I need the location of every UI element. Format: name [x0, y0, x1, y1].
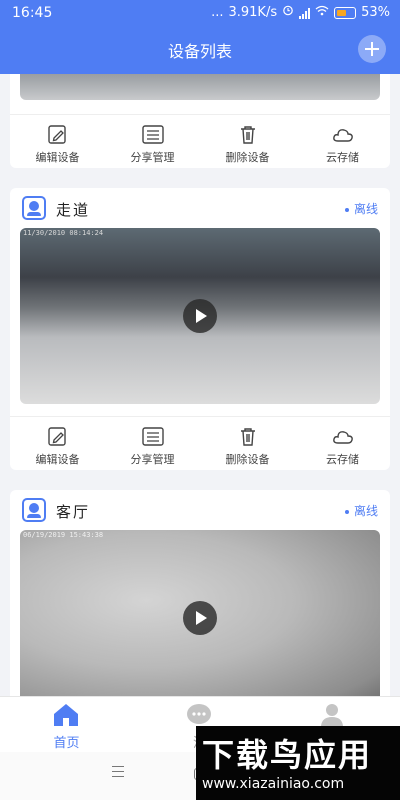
share-manage-button[interactable]: 分享管理 — [105, 115, 200, 168]
list-icon — [142, 427, 164, 446]
watermark-name: 下载鸟应用 — [202, 736, 373, 774]
cloud-storage-button[interactable]: 云存储 — [295, 115, 390, 168]
message-icon — [187, 704, 211, 724]
share-manage-label: 分享管理 — [130, 453, 175, 466]
device-actions: 编辑设备 分享管理 删除设备 云存储 — [10, 416, 390, 470]
nav-home[interactable]: 首页 — [0, 697, 133, 753]
wifi-icon — [315, 0, 329, 26]
edit-device-label: 编辑设备 — [35, 151, 80, 164]
device-card: 编辑设备 分享管理 删除设备 云存储 — [10, 74, 390, 168]
cloud-storage-button[interactable]: 云存储 — [295, 417, 390, 470]
device-video-preview[interactable] — [20, 74, 380, 100]
device-list[interactable]: 编辑设备 分享管理 删除设备 云存储 走道 离线 11/30/2010 08:1… — [0, 74, 400, 696]
battery-percent: 53% — [361, 5, 390, 20]
signal-icon — [299, 7, 311, 19]
network-speed: 3.91K/s — [228, 5, 278, 20]
edit-device-label: 编辑设备 — [35, 453, 80, 466]
edit-icon — [48, 427, 66, 446]
camera-device-icon — [22, 498, 46, 522]
status-bar: 16:45 ... 3.91K/s 53% — [0, 0, 400, 26]
cloud-icon — [333, 129, 353, 142]
delete-device-button[interactable]: 删除设备 — [200, 417, 295, 470]
status-indicators: ... 3.91K/s 53% — [211, 0, 390, 26]
add-device-button[interactable] — [358, 35, 386, 63]
cloud-storage-label: 云存储 — [326, 453, 359, 466]
status-dot-icon — [344, 509, 349, 514]
watermark-url: www.xiazainiao.com — [202, 776, 345, 792]
battery-icon — [334, 7, 357, 19]
home-icon — [54, 704, 78, 726]
cloud-icon — [333, 431, 353, 444]
device-card-header: 客厅 离线 — [10, 490, 390, 530]
video-timestamp: 11/30/2010 08:14:24 — [23, 229, 104, 237]
trash-icon — [241, 428, 255, 446]
device-status: 离线 — [344, 502, 378, 519]
trash-icon — [241, 126, 255, 144]
page-title: 设备列表 — [167, 42, 232, 61]
title-bar: 设备列表 — [0, 26, 400, 74]
device-actions: 编辑设备 分享管理 删除设备 云存储 — [10, 114, 390, 168]
delete-device-label: 删除设备 — [225, 453, 270, 466]
device-card: 走道 离线 11/30/2010 08:14:24 编辑设备 分享管理 删除设备… — [10, 188, 390, 470]
cloud-storage-label: 云存储 — [326, 151, 359, 164]
device-status-text: 离线 — [353, 202, 378, 216]
delete-device-label: 删除设备 — [225, 151, 270, 164]
menu-icon[interactable] — [112, 766, 124, 778]
device-video-preview[interactable]: 11/30/2010 08:14:24 — [20, 228, 380, 404]
app-header: 16:45 ... 3.91K/s 53% 设备列表 — [0, 0, 400, 74]
alarm-icon — [282, 0, 294, 26]
edit-device-button[interactable]: 编辑设备 — [10, 417, 105, 470]
play-button[interactable] — [183, 601, 217, 635]
watermark-logo: 下载鸟应用 www.xiazainiao.com — [196, 726, 400, 800]
status-time: 16:45 — [12, 5, 53, 21]
status-dots: ... — [211, 5, 224, 20]
camera-device-icon — [22, 196, 46, 220]
device-status-text: 离线 — [353, 504, 378, 518]
edit-icon — [48, 125, 66, 144]
delete-device-button[interactable]: 删除设备 — [200, 115, 295, 168]
video-timestamp: 06/19/2019 15:43:38 — [23, 531, 104, 539]
device-status: 离线 — [344, 200, 378, 217]
share-manage-label: 分享管理 — [130, 151, 175, 164]
play-button[interactable] — [183, 299, 217, 333]
device-name: 走道 — [56, 201, 91, 219]
list-icon — [142, 125, 164, 144]
edit-device-button[interactable]: 编辑设备 — [10, 115, 105, 168]
device-name: 客厅 — [56, 503, 91, 521]
device-card: 客厅 离线 06/19/2019 15:43:38 — [10, 490, 390, 696]
nav-home-label: 首页 — [53, 736, 80, 751]
device-card-header: 走道 离线 — [10, 188, 390, 228]
status-dot-icon — [344, 207, 349, 212]
device-video-preview[interactable]: 06/19/2019 15:43:38 — [20, 530, 380, 696]
share-manage-button[interactable]: 分享管理 — [105, 417, 200, 470]
user-icon — [321, 704, 343, 726]
